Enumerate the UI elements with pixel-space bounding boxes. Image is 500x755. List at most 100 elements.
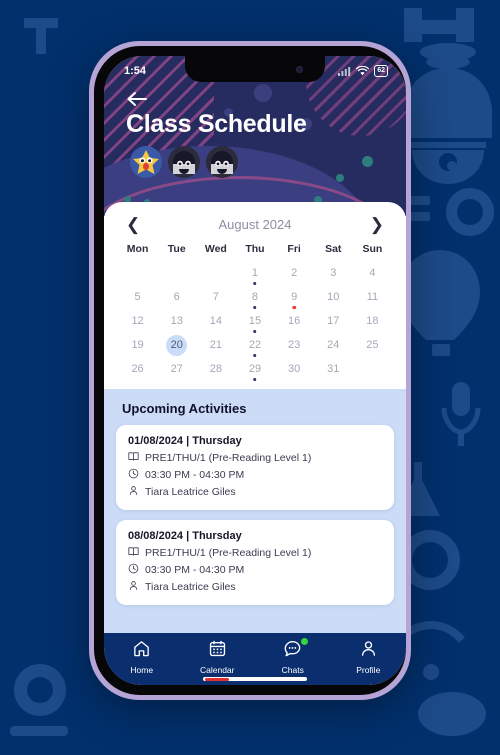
nav-item-profile[interactable]: Profile: [337, 639, 399, 675]
back-button[interactable]: [126, 90, 148, 108]
calendar-day-2[interactable]: 2: [275, 261, 314, 285]
calendar-day-12[interactable]: 12: [118, 309, 157, 333]
calendar-day-1[interactable]: 1: [235, 261, 274, 285]
calendar-day-4[interactable]: 4: [353, 261, 392, 285]
calendar-day-number: 16: [288, 314, 301, 327]
signal-icon: [338, 66, 351, 76]
activity-time: 03:30 PM - 04:30 PM: [145, 564, 245, 576]
calendar-icon: [208, 639, 227, 663]
calendar-day-29[interactable]: 29: [235, 357, 274, 381]
phone-screen: 1:54 6 2 Class Schedule ❮ August 2024 ❯ M…: [104, 56, 406, 685]
nav-label: Home: [130, 665, 154, 675]
bottom-navigation: Home Calendar Chats Profile: [104, 633, 406, 685]
activity-card[interactable]: 01/08/2024 | Thursday PRE1/THU/1 (Pre-Rea…: [116, 425, 394, 510]
person-icon: [128, 485, 139, 499]
activity-course: PRE1/THU/1 (Pre-Reading Level 1): [145, 547, 312, 559]
avatar-star-yellow[interactable]: [130, 146, 162, 178]
calendar-day-event-dot: [253, 377, 257, 381]
calendar-day-6[interactable]: 6: [157, 285, 196, 309]
phone-frame: 1:54 6 2 Class Schedule ❮ August 2024 ❯ M…: [89, 41, 411, 700]
calendar-day-3[interactable]: 3: [314, 261, 353, 285]
calendar-day-11[interactable]: 11: [353, 285, 392, 309]
activity-card[interactable]: 08/08/2024 | Thursday PRE1/THU/1 (Pre-Rea…: [116, 520, 394, 605]
calendar-day-23[interactable]: 23: [275, 333, 314, 357]
calendar-day-26[interactable]: 26: [118, 357, 157, 381]
calendar-day-number: 10: [327, 290, 340, 303]
clock-icon: [128, 468, 139, 482]
calendar-day-21[interactable]: 21: [196, 333, 235, 357]
calendar-header: ❮ August 2024 ❯: [118, 214, 392, 243]
calendar-day-19[interactable]: 19: [118, 333, 157, 357]
calendar-day-number: 28: [209, 362, 222, 375]
calendar-day-25[interactable]: 25: [353, 333, 392, 357]
activity-time-row: 03:30 PM - 04:30 PM: [128, 563, 382, 577]
activity-teacher-row: Tiara Leatrice Giles: [128, 580, 382, 594]
calendar-next-month-button[interactable]: ❯: [370, 216, 384, 233]
calendar-day-28[interactable]: 28: [196, 357, 235, 381]
status-bar-time: 1:54: [124, 65, 147, 77]
calendar-day-number: 27: [170, 362, 183, 375]
calendar-day-16[interactable]: 16: [275, 309, 314, 333]
activity-course-row: PRE1/THU/1 (Pre-Reading Level 1): [128, 451, 382, 465]
calendar-day-number: 22: [248, 338, 262, 351]
calendar-day-24[interactable]: 24: [314, 333, 353, 357]
calendar-day-number: 9: [291, 290, 298, 303]
calendar-month-label: August 2024: [218, 217, 292, 232]
calendar-day-5[interactable]: 5: [118, 285, 157, 309]
calendar-day-number: 30: [288, 362, 301, 375]
calendar-weekday-mon: Mon: [126, 243, 149, 255]
calendar-day-number: 11: [366, 290, 379, 303]
calendar-day-31[interactable]: 31: [314, 357, 353, 381]
calendar-day-14[interactable]: 14: [196, 309, 235, 333]
activity-time: 03:30 PM - 04:30 PM: [145, 469, 245, 481]
clock-icon: [128, 563, 139, 577]
calendar-day-blank: [118, 261, 157, 285]
calendar-day-8[interactable]: 8: [235, 285, 274, 309]
nav-item-calendar[interactable]: Calendar: [186, 639, 248, 681]
calendar-day-number: 18: [366, 314, 379, 327]
nav-label: Profile: [356, 665, 381, 675]
book-icon: [128, 451, 139, 465]
avatar-gray-2[interactable]: [206, 146, 238, 178]
nav-item-chats[interactable]: Chats: [262, 638, 324, 675]
calendar-day-22[interactable]: 22: [235, 333, 274, 357]
calendar-day-blank: [196, 261, 235, 285]
activity-teacher: Tiara Leatrice Giles: [145, 581, 236, 593]
avatar-gray-1[interactable]: [168, 146, 200, 178]
calendar-weekday-row: Mon Tue Wed Thu Fri Sat Sun: [118, 243, 392, 261]
calendar-day-10[interactable]: 10: [314, 285, 353, 309]
calendar-day-18[interactable]: 18: [353, 309, 392, 333]
nav-label: Chats: [281, 665, 304, 675]
calendar-day-number: 29: [248, 362, 262, 375]
calendar-day-number: 8: [251, 290, 259, 303]
calendar-day-number: 2: [291, 266, 298, 279]
calendar-day-number: 14: [209, 314, 222, 327]
nav-label: Calendar: [200, 665, 235, 675]
calendar-day-number: 7: [212, 290, 219, 303]
calendar-day-9[interactable]: 9: [275, 285, 314, 309]
wifi-icon: [356, 66, 370, 76]
header-dot-1: [254, 84, 272, 102]
activity-course-row: PRE1/THU/1 (Pre-Reading Level 1): [128, 546, 382, 560]
calendar-day-20[interactable]: 20: [157, 333, 196, 357]
avatar-gray-1-icon: [168, 146, 200, 178]
calendar-day-number: 1: [251, 266, 259, 279]
calendar-day-27[interactable]: 27: [157, 357, 196, 381]
activity-course: PRE1/THU/1 (Pre-Reading Level 1): [145, 452, 312, 464]
calendar-day-number: 15: [248, 314, 262, 327]
activity-date: 08/08/2024 | Thursday: [128, 530, 242, 542]
calendar-day-17[interactable]: 17: [314, 309, 353, 333]
calendar-day-number: 19: [131, 338, 144, 351]
avatar-star-yellow-icon: [130, 146, 162, 178]
activity-date: 01/08/2024 | Thursday: [128, 435, 242, 447]
calendar-day-30[interactable]: 30: [275, 357, 314, 381]
nav-item-home[interactable]: Home: [111, 639, 173, 675]
calendar-day-7[interactable]: 7: [196, 285, 235, 309]
activity-teacher: Tiara Leatrice Giles: [145, 486, 236, 498]
calendar-day-number: 4: [369, 266, 376, 279]
calendar-day-number: 6: [173, 290, 180, 303]
calendar-day-15[interactable]: 15: [235, 309, 274, 333]
calendar-day-13[interactable]: 13: [157, 309, 196, 333]
calendar-prev-month-button[interactable]: ❮: [126, 216, 140, 233]
avatar-gray-2-icon: [206, 146, 238, 178]
